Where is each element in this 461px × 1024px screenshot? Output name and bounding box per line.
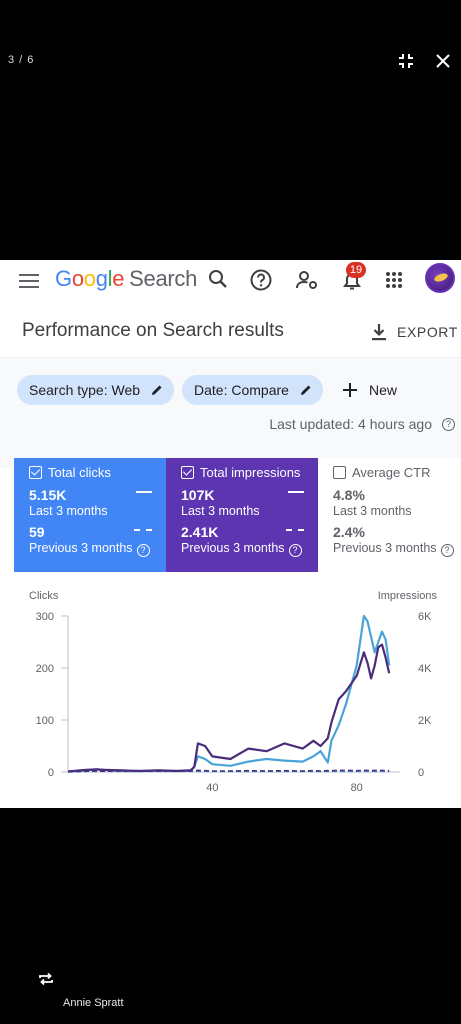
checkbox-icon[interactable] [29,465,42,479]
notification-count-badge: 19 [346,262,366,278]
metric-period: Last 3 months [29,504,108,518]
y-left-tick-label: 300 [36,611,54,623]
exit-fullscreen-icon[interactable] [397,52,415,70]
date-label: Date: Compare [194,382,289,398]
series-lines [67,614,391,773]
x-tick-label: 40 [206,782,218,794]
account-avatar[interactable] [425,263,455,293]
metric-period: Last 3 months [333,504,412,518]
help-icon[interactable]: ? [442,417,455,431]
add-icon [343,383,357,397]
x-axis-ticks: 40 80 [206,782,363,794]
y-right-tick-label: 2K [418,715,432,727]
metric-label: Total impressions [200,464,301,480]
metric-previous-value: 2.4% [333,524,365,540]
manage-users-icon[interactable] [295,268,319,292]
new-label: New [369,382,398,398]
checkbox-icon[interactable] [181,465,194,479]
average-ctr-card[interactable]: Average CTR 4.8% Last 3 months 2.4% Prev… [318,458,461,572]
metric-previous-period: Previous 3 months [333,541,437,555]
metric-cards: Total clicks 5.15K Last 3 months 59 Prev… [14,458,461,572]
y-left-tick-label: 0 [48,767,54,779]
solid-line-legend [288,491,304,493]
edit-icon [300,385,311,395]
solid-line-legend [136,491,152,493]
page-header: Performance on Search results EXPORT [0,306,461,358]
y-right-tick-label: 6K [418,611,432,623]
y-right-tick-label: 4K [418,663,432,675]
page-title: Performance on Search results [22,320,284,341]
clicks-line [67,614,391,773]
metric-period: Last 3 months [181,504,260,518]
photo-credit: Annie Spratt [63,997,124,1009]
screenshot-panel: Google Search 19 Performance on Search r… [0,260,461,808]
metric-previous-value: 59 [29,524,45,540]
y-left-tick-label: 200 [36,663,54,675]
repeat-icon[interactable] [38,972,54,986]
menu-icon[interactable] [19,273,39,289]
line-chart: Clicks Impressions 300 200 100 0 6K 4K 2K 0 40… [29,590,438,794]
last-updated-text: Last updated: 4 hours ago [269,416,432,432]
search-type-label: Search type: Web [29,382,141,398]
filter-bar: Search type: Web Date: Compare New Last … [0,358,461,468]
checkbox-icon[interactable] [333,465,346,479]
metric-value: 107K [181,487,215,503]
search-type-chip[interactable]: Search type: Web [17,375,175,405]
export-button[interactable]: EXPORT [371,320,458,344]
edit-icon [152,385,162,395]
search-icon[interactable] [206,268,230,292]
google-search-console-logo[interactable]: Google Search [55,266,197,292]
help-icon[interactable]: ? [136,544,150,557]
y-axis-left-ticks: 300 200 100 0 [36,611,68,779]
image-counter: 3 / 6 [8,54,35,66]
metric-previous-value: 2.41K [181,524,219,540]
y-left-tick-label: 100 [36,715,54,727]
close-icon[interactable] [434,52,452,70]
help-icon[interactable] [249,268,273,292]
dashed-line-legend [134,529,152,531]
y-axis-left-title: Clicks [29,590,59,602]
metric-previous-period: Previous 3 months [181,541,285,555]
performance-chart: Clicks Impressions 300 200 100 0 6K 4K 2K 0 40… [0,582,461,808]
dashed-line-legend [286,529,304,531]
metric-label: Total clicks [48,464,111,480]
metric-label: Average CTR [352,464,431,480]
metric-previous-period: Previous 3 months [29,541,133,555]
new-filter-button[interactable]: New [343,375,397,405]
product-name: Search [129,266,198,291]
top-app-bar: Google Search 19 [0,260,461,300]
last-updated: Last updated: 4 hours ago ? [269,416,455,432]
help-icon[interactable]: ? [288,544,302,557]
impressions-line [67,643,391,773]
y-axis-right-title: Impressions [378,590,438,602]
total-impressions-card[interactable]: Total impressions 107K Last 3 months 2.4… [166,458,318,572]
apps-icon[interactable] [382,268,406,292]
help-icon[interactable]: ? [440,544,454,557]
x-tick-label: 80 [351,782,363,794]
metric-value: 5.15K [29,487,67,503]
date-chip[interactable]: Date: Compare [182,375,323,405]
y-axis-right-ticks: 6K 4K 2K 0 [418,611,432,779]
metric-value: 4.8% [333,487,365,503]
download-icon [372,324,386,341]
export-label: EXPORT [397,324,458,340]
y-right-tick-label: 0 [418,767,424,779]
total-clicks-card[interactable]: Total clicks 5.15K Last 3 months 59 Prev… [14,458,166,572]
